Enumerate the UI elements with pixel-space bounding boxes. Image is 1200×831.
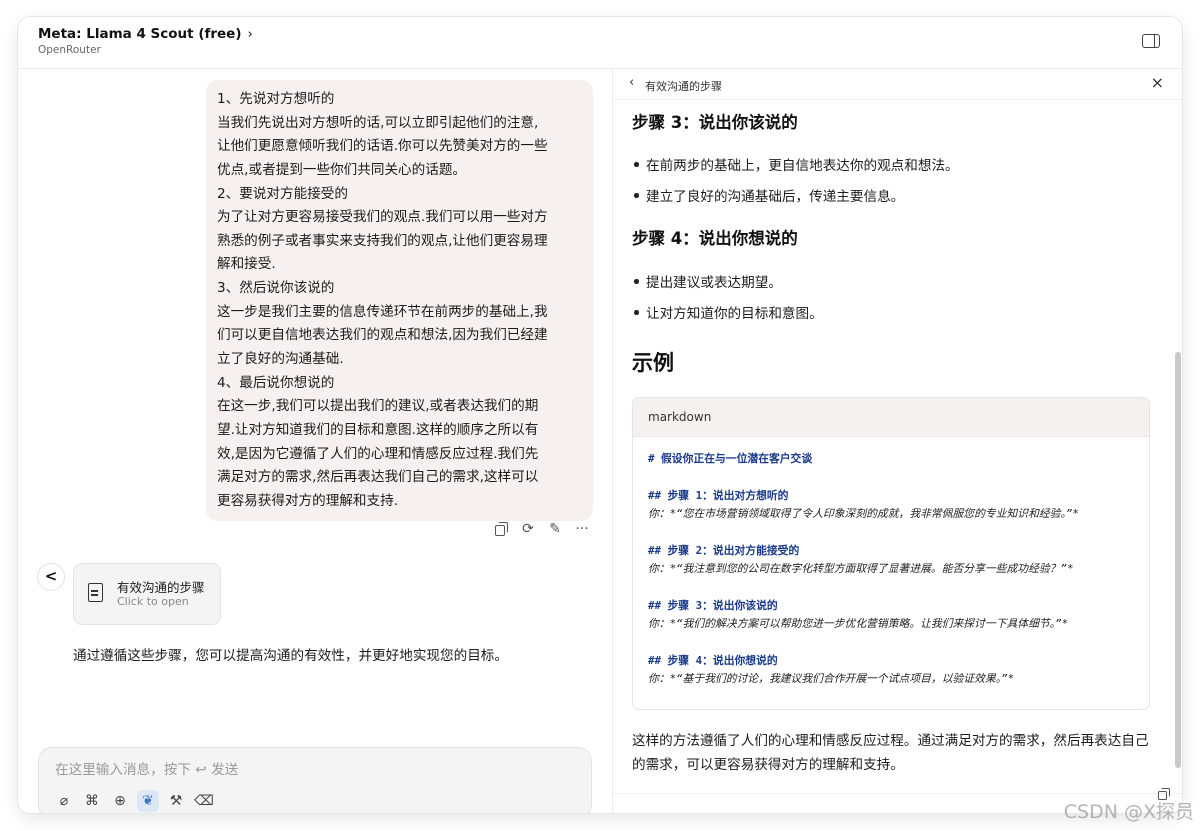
- message-line: 4、最后说你想说的: [217, 374, 335, 391]
- globe-icon[interactable]: ⊕: [109, 790, 131, 812]
- step3-heading: 步骤 3：说出你该说的: [632, 113, 798, 132]
- code-text-line: 你：*“您在市场营销领域取得了令人印象深刻的成就，我非常佩服您的专业知识和经验。…: [648, 507, 1079, 520]
- chat-pane: 1、先说对方想听的当我们先说出对方想听的话,可以立即引起他们的注意, 让他们更愿意…: [18, 69, 612, 813]
- code-heading-line: # 假设你正在与一位潜在客户交谈: [648, 452, 813, 465]
- message-line: 望.让对方知道我们的目标和意图.这样的顺序之所以有: [217, 421, 539, 438]
- message-line: 更容易获得对方的理解和支持.: [217, 492, 399, 509]
- list-item: 在前两步的基础上，更自信地表达你的观点和想法。: [634, 154, 959, 174]
- message-line: 熟悉的例子或者事实来支持我们的观点,让他们更容易理: [217, 232, 548, 249]
- message-line: 2、要说对方能接受的: [217, 185, 348, 202]
- toggle-panel-icon[interactable]: [1142, 34, 1160, 48]
- message-line: 让他们更愿意倾听我们的话语.你可以先赞美对方的一些: [217, 138, 548, 155]
- code-heading-line: ## 步骤 4：说出你想说的: [648, 654, 778, 667]
- code-heading-line: ## 步骤 2：说出对方能接受的: [648, 544, 800, 557]
- message-line: 效,是因为它遵循了人们的心理和情感反应过程.我们先: [217, 445, 539, 462]
- top-bar: Meta: Llama 4 Scout (free) › OpenRouter: [18, 17, 1182, 69]
- message-line: 当我们先说出对方想听的话,可以立即引起他们的注意,: [217, 114, 539, 131]
- artifact-card-subtitle: Click to open: [117, 595, 189, 608]
- conclusion-paragraph: 这样的方法遵循了人们的心理和情感反应过程。通过满足对方的需求，然后再表达自己的需…: [632, 733, 1149, 773]
- message-line: 在这一步,我们可以提出我们的建议,或者表达我们的期: [217, 398, 539, 415]
- model-selector[interactable]: Meta: Llama 4 Scout (free) ›: [38, 26, 253, 42]
- back-icon[interactable]: ‹: [629, 75, 634, 90]
- document-icon: [88, 583, 103, 602]
- hammer-icon[interactable]: ⚒: [165, 790, 187, 812]
- message-line: 1、先说对方想听的: [217, 91, 335, 107]
- command-icon[interactable]: ⌘: [81, 790, 103, 812]
- message-line: 3、然后说你该说的: [217, 280, 335, 297]
- list-item: 提出建议或表达期望。: [634, 271, 782, 291]
- code-heading-line: ## 步骤 1：说出对方想听的: [648, 489, 789, 502]
- artifact-header: ‹ 有效沟通的步骤 ×: [613, 69, 1182, 100]
- watermark: CSDN @X探员: [1063, 801, 1194, 823]
- message-line: 们可以更自信地表达我们的观点和想法,因为我们已经建: [217, 327, 548, 344]
- list-item: 让对方知道你的目标和意图。: [634, 302, 823, 322]
- message-input[interactable]: [53, 758, 577, 782]
- assistant-summary: 通过遵循这些步骤，您可以提高沟通的有效性，并更好地实现您的目标。: [73, 648, 508, 664]
- model-title: Meta: Llama 4 Scout (free): [38, 26, 242, 42]
- close-icon[interactable]: ×: [1151, 73, 1164, 92]
- copy-icon[interactable]: [494, 522, 508, 536]
- code-language-label: markdown: [633, 398, 1149, 437]
- message-line: 优点,或者提到一些你们共同关心的话题。: [217, 161, 467, 178]
- code-text-line: 你：*“我注意到您的公司在数字化转型方面取得了显著进展。能否分享一些成功经验？”…: [648, 562, 1074, 575]
- composer-toolbar: ⌀ ⌘ ⊕ ❦ ⚒ ⌫: [53, 790, 215, 812]
- code-text-line: 你：*“我们的解决方案可以帮助您进一步优化营销策略。让我们来探讨一下具体细节。”…: [648, 617, 1069, 630]
- regenerate-icon[interactable]: ⟳: [521, 522, 535, 536]
- message-line: 这一步是我们主要的信息传递环节在前两步的基础上,我: [217, 303, 548, 320]
- eraser-icon[interactable]: ⌫: [193, 790, 215, 812]
- edit-icon[interactable]: ✎: [548, 522, 562, 536]
- artifact-card-title: 有效沟通的步骤: [117, 580, 205, 595]
- artifact-card[interactable]: 有效沟通的步骤 Click to open: [73, 563, 221, 625]
- message-actions: ⟳ ✎ ···: [494, 522, 589, 540]
- app-window: Meta: Llama 4 Scout (free) › OpenRouter 1…: [18, 17, 1182, 813]
- message-line: 立了良好的沟通基础.: [217, 351, 344, 368]
- leaf-icon[interactable]: ❦: [137, 790, 159, 812]
- step4-heading: 步骤 4：说出你想说的: [632, 229, 798, 248]
- example-heading: 示例: [632, 351, 674, 375]
- message-line: 满足对方的需求,然后再表达我们自己的需求,这样可以: [217, 469, 539, 486]
- artifact-title: 有效沟通的步骤: [645, 80, 722, 93]
- assistant-avatar: <: [38, 564, 64, 590]
- artifact-content: 步骤 3：说出你该说的 在前两步的基础上，更自信地表达你的观点和想法。 建立了良…: [613, 69, 1182, 813]
- code-block: markdown # 假设你正在与一位潜在客户交谈 ## 步骤 1：说出对方想听的…: [632, 397, 1150, 710]
- attachment-icon[interactable]: ⌀: [53, 790, 75, 812]
- artifact-pane: 步骤 3：说出你该说的 在前两步的基础上，更自信地表达你的观点和想法。 建立了良…: [613, 69, 1182, 813]
- composer: ⌀ ⌘ ⊕ ❦ ⚒ ⌫: [38, 747, 592, 813]
- list-item: 建立了良好的沟通基础后，传递主要信息。: [633, 185, 904, 205]
- message-line: 为了让对方更容易接受我们的观点.我们可以用一些对方: [217, 209, 548, 226]
- chevron-right-icon: ›: [247, 27, 253, 42]
- code-text-line: 你：*“基于我们的讨论，我建议我们合作开展一个试点项目，以验证效果。”*: [648, 672, 1015, 685]
- provider-label: OpenRouter: [38, 44, 101, 56]
- more-icon[interactable]: ···: [575, 522, 589, 536]
- code-heading-line: ## 步骤 3：说出你该说的: [648, 599, 778, 612]
- message-line: 解和接受.: [217, 256, 276, 273]
- scrollbar[interactable]: [1175, 352, 1181, 768]
- user-message-bubble: 1、先说对方想听的当我们先说出对方想听的话,可以立即引起他们的注意, 让他们更愿意…: [206, 80, 593, 521]
